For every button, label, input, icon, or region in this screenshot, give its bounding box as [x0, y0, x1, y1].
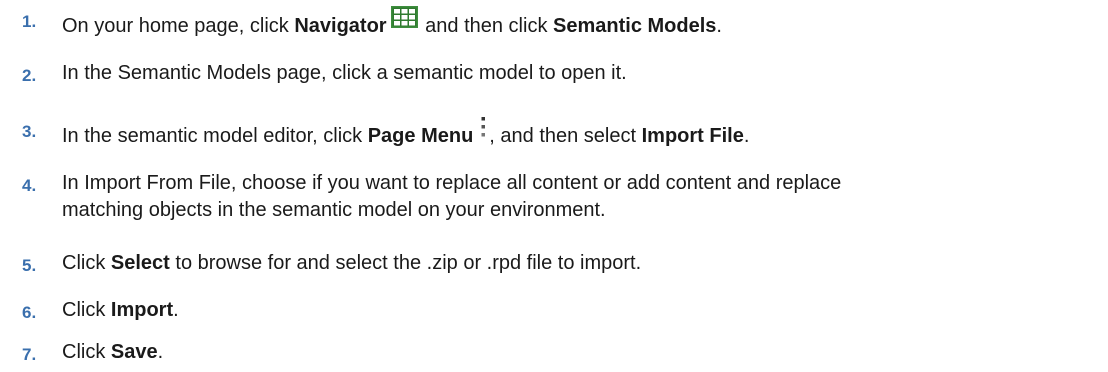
step-number: 2. [22, 66, 37, 85]
navigator-label: Navigator [294, 15, 387, 37]
step-number: 5. [22, 256, 37, 275]
step-text: In the Semantic Models page, click a sem… [62, 62, 627, 84]
navigator-grid-icon [390, 6, 418, 28]
step-text: Click Select to browse for and select th… [62, 252, 642, 274]
step-number: 1. [22, 12, 37, 31]
page-menu-label: Page Menu [367, 125, 474, 147]
import-label: Import [110, 299, 174, 321]
semantic-models-label: Semantic Models [553, 15, 717, 37]
step-text-line-1: In Import From File, choose if you want … [62, 172, 842, 194]
step-text: On your home page, click Navigator and t… [62, 6, 1102, 40]
step-number: 7. [22, 345, 37, 364]
page-menu-kebab-icon [481, 117, 486, 137]
step-text: In the semantic model editor, click Page… [62, 116, 1102, 150]
step-number: 3. [22, 122, 37, 141]
save-label: Save [110, 341, 158, 363]
select-label: Select [110, 252, 170, 274]
step-text: Click Import. [62, 299, 179, 321]
import-file-label: Import File [641, 125, 744, 147]
step-number: 6. [22, 303, 37, 322]
step-text: Click Save. [62, 341, 164, 363]
step-text-line-2: matching objects in the semantic model o… [62, 199, 606, 221]
step-number: 4. [22, 176, 37, 195]
